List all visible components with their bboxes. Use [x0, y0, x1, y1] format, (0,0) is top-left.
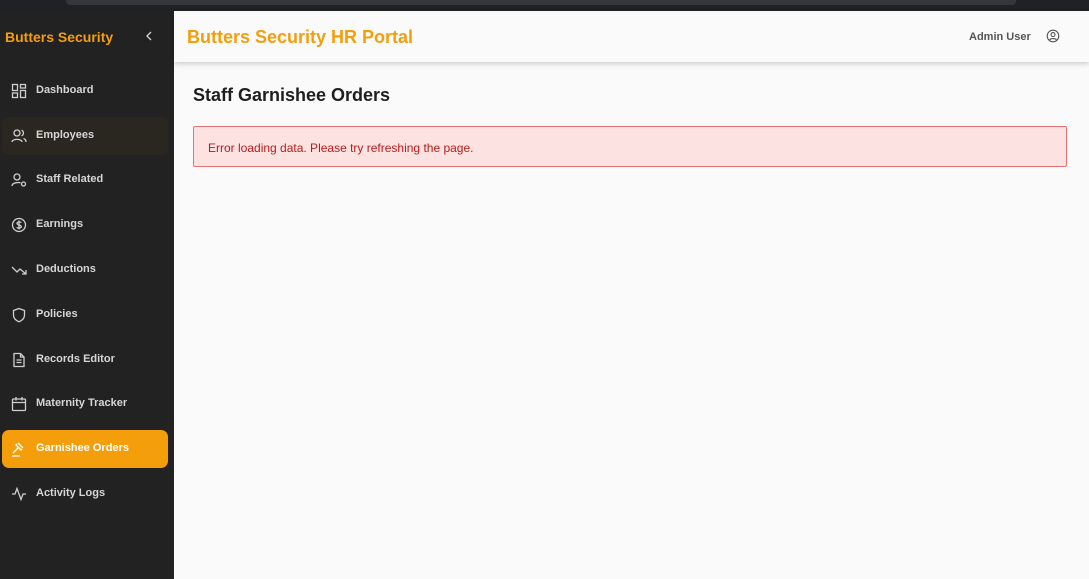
sidebar-header: Butters Security — [0, 11, 174, 63]
top-header: Butters Security HR Portal Admin User — [174, 11, 1089, 62]
sidebar-item-deductions[interactable]: Deductions — [2, 251, 168, 289]
trending-down-icon — [10, 261, 28, 279]
user-name[interactable]: Admin User — [969, 31, 1031, 43]
sidebar-item-garnishee-orders[interactable]: Garnishee Orders — [2, 430, 168, 468]
sidebar-item-label: Deductions — [36, 263, 96, 275]
collapse-sidebar-button[interactable] — [140, 26, 158, 46]
error-message: Error loading data. Please try refreshin… — [208, 141, 474, 155]
sidebar-item-earnings[interactable]: Earnings — [2, 206, 168, 244]
sidebar-item-label: Dashboard — [36, 84, 94, 96]
sidebar-item-label: Activity Logs — [36, 487, 106, 499]
error-alert: Error loading data. Please try refreshin… — [193, 126, 1067, 167]
sidebar-item-records-editor[interactable]: Records Editor — [2, 341, 168, 379]
sidebar-item-policies[interactable]: Policies — [2, 296, 168, 334]
gavel-icon — [10, 440, 28, 458]
sidebar-item-label: Garnishee Orders — [36, 442, 129, 454]
sidebar: Butters Security Dashboard Employees Sta… — [0, 11, 174, 579]
address-bar[interactable] — [66, 0, 1016, 5]
user-circle-icon[interactable] — [1046, 29, 1060, 43]
portal-title: Butters Security HR Portal — [187, 27, 414, 47]
dashboard-grid-icon — [10, 82, 28, 100]
browser-chrome-strip — [0, 0, 1089, 11]
sidebar-item-dashboard[interactable]: Dashboard — [2, 72, 168, 110]
users-icon — [10, 127, 28, 145]
sidebar-item-activity-logs[interactable]: Activity Logs — [2, 475, 168, 513]
sidebar-item-label: Policies — [36, 308, 78, 320]
sidebar-item-label: Maternity Tracker — [36, 397, 128, 409]
user-settings-icon — [10, 171, 28, 189]
sidebar-item-label: Employees — [36, 129, 95, 141]
page-title: Staff Garnishee Orders — [193, 85, 391, 105]
calendar-icon — [10, 395, 28, 413]
main-content: Butters Security HR Portal Admin User St… — [174, 11, 1089, 579]
sidebar-item-label: Records Editor — [36, 353, 115, 365]
activity-icon — [10, 485, 28, 503]
sidebar-item-employees[interactable]: Employees — [2, 117, 168, 155]
sidebar-item-label: Staff Related — [36, 173, 104, 185]
shield-icon — [10, 306, 28, 324]
sidebar-item-staff-related[interactable]: Staff Related — [2, 161, 168, 199]
brand-name: Butters Security — [5, 29, 114, 45]
sidebar-item-label: Earnings — [36, 218, 84, 230]
dollar-circle-icon — [10, 216, 28, 234]
document-icon — [10, 351, 28, 369]
sidebar-item-maternity-tracker[interactable]: Maternity Tracker — [2, 385, 168, 423]
chevron-left-icon — [146, 31, 152, 41]
